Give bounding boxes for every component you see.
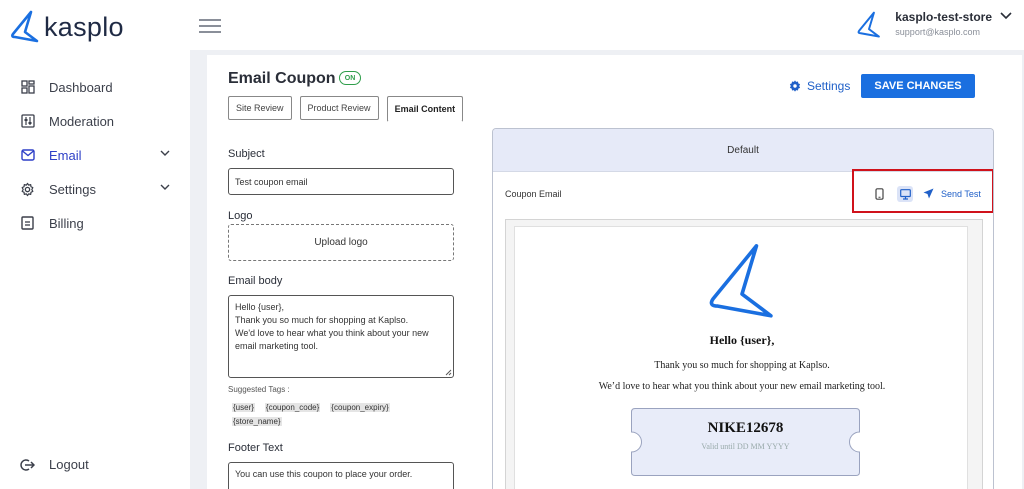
body-line: We'd love to hear what you think about y… bbox=[235, 328, 429, 338]
store-info: kasplo-test-store support@kasplo.com bbox=[895, 10, 992, 37]
settings-button[interactable]: Settings bbox=[789, 79, 850, 93]
chevron-down-icon[interactable] bbox=[160, 150, 170, 157]
email-preview-panel: Default Coupon Email Send Test Hello {us… bbox=[492, 128, 994, 489]
suggested-tags: {user} {coupon_code} {coupon_expiry} {store… bbox=[232, 401, 432, 429]
logo-label: Logo bbox=[228, 210, 253, 222]
tab-email-content[interactable]: Email Content bbox=[386, 96, 464, 122]
coupon-code: NIKE12678 bbox=[707, 420, 784, 436]
subject-input[interactable]: Test coupon email bbox=[228, 168, 454, 195]
settings-label: Settings bbox=[807, 79, 851, 93]
sidebar: kasplo Dashboard Moderation Email Settin… bbox=[0, 0, 190, 489]
tag-chip[interactable]: {coupon_code} bbox=[264, 403, 321, 412]
moderation-icon bbox=[20, 114, 35, 129]
tab-product-review[interactable]: Product Review bbox=[299, 96, 379, 120]
topbar: kasplo-test-store support@kasplo.com bbox=[190, 0, 1024, 50]
tag-chip[interactable]: {store_name} bbox=[232, 417, 282, 426]
store-switcher[interactable]: kasplo-test-store support@kasplo.com bbox=[855, 10, 1012, 40]
coupon-ticket: NIKE12678 Valid until DD MM YYYY bbox=[631, 408, 860, 476]
upload-logo-button[interactable]: Upload logo bbox=[228, 224, 454, 261]
status-badge[interactable]: ON bbox=[339, 71, 361, 85]
tab-bar: Site Review Product Review Email Content bbox=[228, 96, 471, 122]
tab-site-review[interactable]: Site Review bbox=[228, 96, 292, 120]
kasplo-logo-icon bbox=[709, 244, 773, 318]
sidebar-item-label: Settings bbox=[49, 181, 96, 197]
sidebar-item-label: Billing bbox=[49, 215, 84, 231]
body-line: Thank you so much for shopping at Kaplso… bbox=[235, 315, 409, 325]
chevron-down-icon[interactable] bbox=[1000, 12, 1012, 20]
logout-label: Logout bbox=[49, 457, 89, 472]
page-title: Email Coupon bbox=[228, 70, 336, 87]
brand-name: kasplo bbox=[44, 11, 124, 42]
store-avatar-icon bbox=[857, 11, 881, 38]
subject-label: Subject bbox=[228, 148, 265, 160]
email-body-label: Email body bbox=[228, 275, 283, 287]
body-line: email marketing tool. bbox=[235, 341, 319, 351]
sidebar-item-email[interactable]: Email bbox=[0, 138, 190, 172]
app-root: kasplo Dashboard Moderation Email Settin… bbox=[0, 0, 1024, 489]
email-body-textarea[interactable]: Hello {user}, Thank you so much for shop… bbox=[228, 295, 454, 378]
save-changes-button[interactable]: SAVE CHANGES bbox=[861, 74, 975, 98]
email-greeting: Hello {user}, bbox=[709, 333, 775, 347]
email-line: Thank you so much for shopping at Kaplso… bbox=[654, 360, 830, 371]
gear-icon bbox=[789, 80, 801, 92]
sidebar-item-settings[interactable]: Settings bbox=[0, 172, 190, 206]
main-content: Email Coupon ON Site Review Product Revi… bbox=[207, 55, 1022, 489]
dashboard-icon bbox=[20, 80, 35, 95]
sidebar-item-billing[interactable]: Billing bbox=[0, 206, 190, 240]
sidebar-nav: Dashboard Moderation Email Settings Bill… bbox=[0, 70, 190, 240]
highlight-annotation bbox=[852, 169, 993, 213]
footer-text-label: Footer Text bbox=[228, 442, 283, 454]
preview-template-name: Coupon Email bbox=[505, 189, 562, 199]
body-line: Hello {user}, bbox=[235, 302, 285, 312]
footer-line: You can use this coupon to place your or… bbox=[235, 469, 413, 479]
logout-button[interactable]: Logout bbox=[20, 457, 89, 472]
gear-icon bbox=[20, 182, 35, 197]
kasplo-logo-icon bbox=[11, 10, 39, 43]
menu-toggle-icon[interactable] bbox=[199, 19, 221, 33]
email-line: We’d love to hear what you think about y… bbox=[598, 381, 886, 392]
email-frame: Hello {user}, Thank you so much for shop… bbox=[505, 219, 983, 489]
mail-icon bbox=[20, 148, 35, 163]
suggested-tags-label: Suggested Tags : bbox=[228, 385, 290, 394]
preview-header: Default bbox=[493, 129, 993, 172]
logout-icon bbox=[20, 458, 35, 472]
coupon-validity: Valid until DD MM YYYY bbox=[701, 442, 790, 451]
footer-text-textarea[interactable]: You can use this coupon to place your or… bbox=[228, 462, 454, 489]
brand-logo[interactable]: kasplo bbox=[8, 10, 124, 44]
tag-chip[interactable]: {coupon_expiry} bbox=[330, 403, 390, 412]
tag-chip[interactable]: {user} bbox=[232, 403, 255, 412]
chevron-down-icon[interactable] bbox=[160, 184, 170, 191]
sidebar-item-label: Moderation bbox=[49, 113, 115, 129]
email-body-preview: Hello {user}, Thank you so much for shop… bbox=[514, 226, 968, 489]
store-email: support@kasplo.com bbox=[895, 27, 980, 37]
sidebar-item-dashboard[interactable]: Dashboard bbox=[0, 70, 190, 104]
sidebar-item-label: Email bbox=[49, 147, 82, 163]
sidebar-item-moderation[interactable]: Moderation bbox=[0, 104, 190, 138]
resize-grip-icon[interactable] bbox=[444, 368, 452, 376]
billing-icon bbox=[20, 216, 35, 231]
sidebar-item-label: Dashboard bbox=[49, 79, 113, 95]
store-name: kasplo-test-store bbox=[895, 10, 992, 24]
